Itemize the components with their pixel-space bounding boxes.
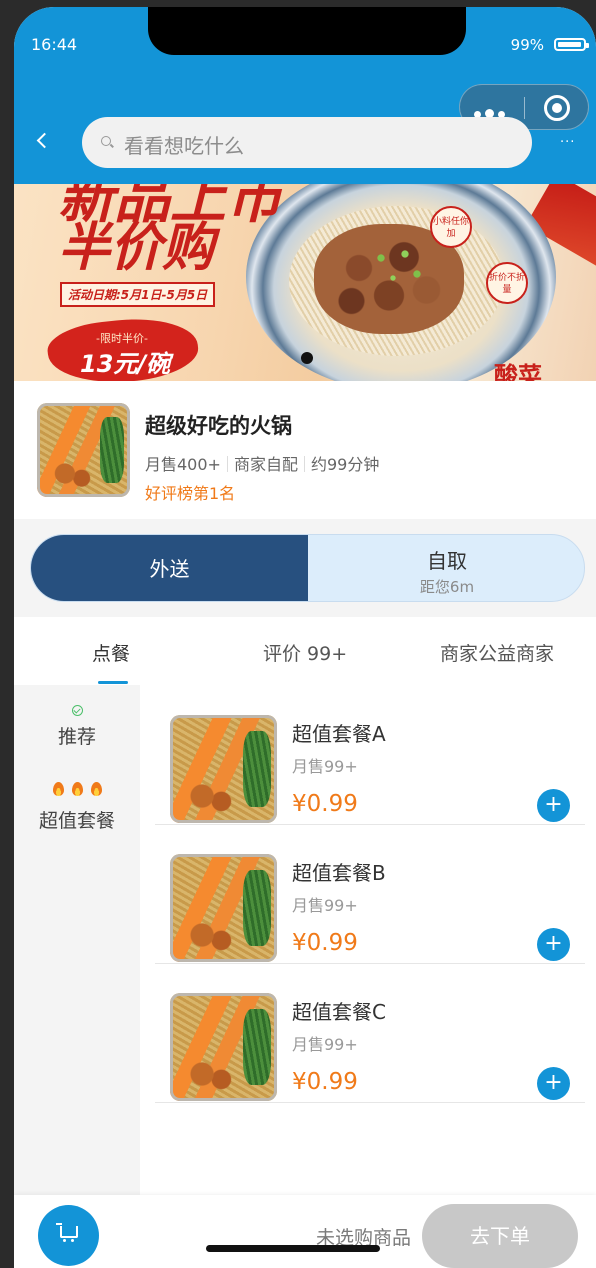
scallion-topping-image [369, 246, 429, 286]
delivery-toggle-area: 外送 自取 距您6m [14, 519, 596, 617]
fire-icons [14, 781, 140, 800]
add-to-cart-button[interactable]: + [537, 789, 570, 822]
burst-price: 13元/碗 [80, 350, 171, 378]
item-price: ¥0.99 [292, 1069, 358, 1095]
menu-item-list: 超值套餐A 月售99+ ¥0.99 + 超值套餐B 月售99+ ¥0.99 + … [140, 685, 596, 1195]
category-label: 推荐 [57, 726, 96, 748]
shop-meta: 月售400+ 商家自配 约99分钟 [145, 451, 379, 475]
category-recommended[interactable]: 推荐 [14, 701, 140, 749]
delivery-toggle: 外送 自取 距您6m [30, 534, 585, 602]
shop-rank[interactable]: 好评榜第1名 [145, 480, 235, 504]
battery-icon [554, 38, 589, 51]
category-sidebar: 推荐 超值套餐 [14, 685, 140, 1195]
add-to-cart-button[interactable]: + [537, 1067, 570, 1100]
item-price: ¥0.99 [292, 930, 358, 956]
item-image [170, 715, 277, 823]
item-sales: 月售99+ [292, 1035, 358, 1054]
cart-bar: 未选购商品 去下单 [14, 1195, 596, 1268]
item-image [170, 854, 277, 962]
fire-icon [90, 782, 102, 796]
tab-reviews[interactable]: 评价 99+ [263, 639, 347, 666]
item-price: ¥0.99 [292, 791, 358, 817]
shop-logo [37, 403, 130, 497]
badge-extras: 小料任你加 [430, 206, 472, 248]
phone-screen: 16:44 99% 看看想吃什么 ··· 新品上市 半价购 活动日期:5月1日-… [14, 7, 596, 1268]
shop-delivery-time: 约99分钟 [310, 455, 380, 474]
status-time: 16:44 [31, 35, 78, 54]
item-name: 超值套餐A [292, 722, 386, 746]
pickup-distance: 距您6m [419, 578, 475, 596]
item-sales: 月售99+ [292, 896, 358, 915]
meta-separator [303, 456, 305, 472]
check-icon [71, 705, 83, 716]
promo-banner[interactable]: 新品上市 半价购 活动日期:5月1日-5月5日 -限时半价- 13元/碗 小料任… [14, 184, 596, 381]
banner-corner-text: 酸菜 [494, 361, 542, 381]
shop-monthly-sales: 月售400+ [145, 455, 221, 474]
battery-percent: 99% [510, 36, 544, 54]
cart-icon [56, 1223, 78, 1242]
checkout-button[interactable]: 去下单 [422, 1204, 578, 1268]
meta-separator [226, 456, 228, 472]
menu-item[interactable]: 超值套餐A 月售99+ ¥0.99 + [155, 685, 585, 825]
search-icon [101, 136, 111, 146]
carousel-indicator [301, 352, 313, 364]
search-placeholder: 看看想吃什么 [124, 134, 244, 158]
top-bar: 16:44 99% 看看想吃什么 ··· [14, 7, 596, 184]
tab-order[interactable]: 点餐 [92, 639, 130, 666]
menu-item[interactable]: 超值套餐B 月售99+ ¥0.99 + [155, 824, 585, 964]
cart-button[interactable] [38, 1205, 99, 1266]
tab-bar: 点餐 评价 99+ 商家公益商家 [14, 617, 596, 686]
add-to-cart-button[interactable]: + [537, 928, 570, 961]
fire-icon [52, 782, 64, 796]
close-miniapp-icon[interactable] [544, 95, 570, 121]
search-input[interactable]: 看看想吃什么 [82, 117, 532, 168]
camera-notch [148, 7, 466, 55]
item-image [170, 993, 277, 1101]
delivery-option[interactable]: 外送 [31, 535, 308, 601]
category-label: 超值套餐 [38, 810, 115, 832]
back-icon[interactable] [36, 132, 53, 149]
shop-delivery-mode: 商家自配 [233, 455, 298, 474]
capsule-divider [524, 97, 525, 119]
item-name: 超值套餐C [292, 1000, 386, 1024]
badge-discount: 折价不折量 [486, 262, 528, 304]
pickup-option[interactable]: 自取 距您6m [308, 535, 584, 601]
item-sales: 月售99+ [292, 757, 358, 776]
shop-info: 超级好吃的火锅 月售400+ 商家自配 约99分钟 好评榜第1名 [14, 381, 596, 519]
home-indicator [206, 1245, 380, 1252]
banner-title-line2: 半价购 [58, 217, 215, 278]
fire-icon [71, 782, 83, 796]
item-name: 超值套餐B [292, 861, 386, 885]
more-icon[interactable]: ··· [560, 135, 575, 150]
active-tab-indicator [98, 681, 128, 684]
menu-item[interactable]: 超值套餐C 月售99+ ¥0.99 + [155, 963, 585, 1103]
tab-merchant[interactable]: 商家公益商家 [440, 639, 554, 666]
banner-date: 活动日期:5月1日-5月5日 [60, 282, 216, 307]
pickup-label: 自取 [427, 549, 467, 573]
shop-name: 超级好吃的火锅 [145, 414, 292, 438]
category-value-set[interactable]: 超值套餐 [14, 781, 140, 833]
